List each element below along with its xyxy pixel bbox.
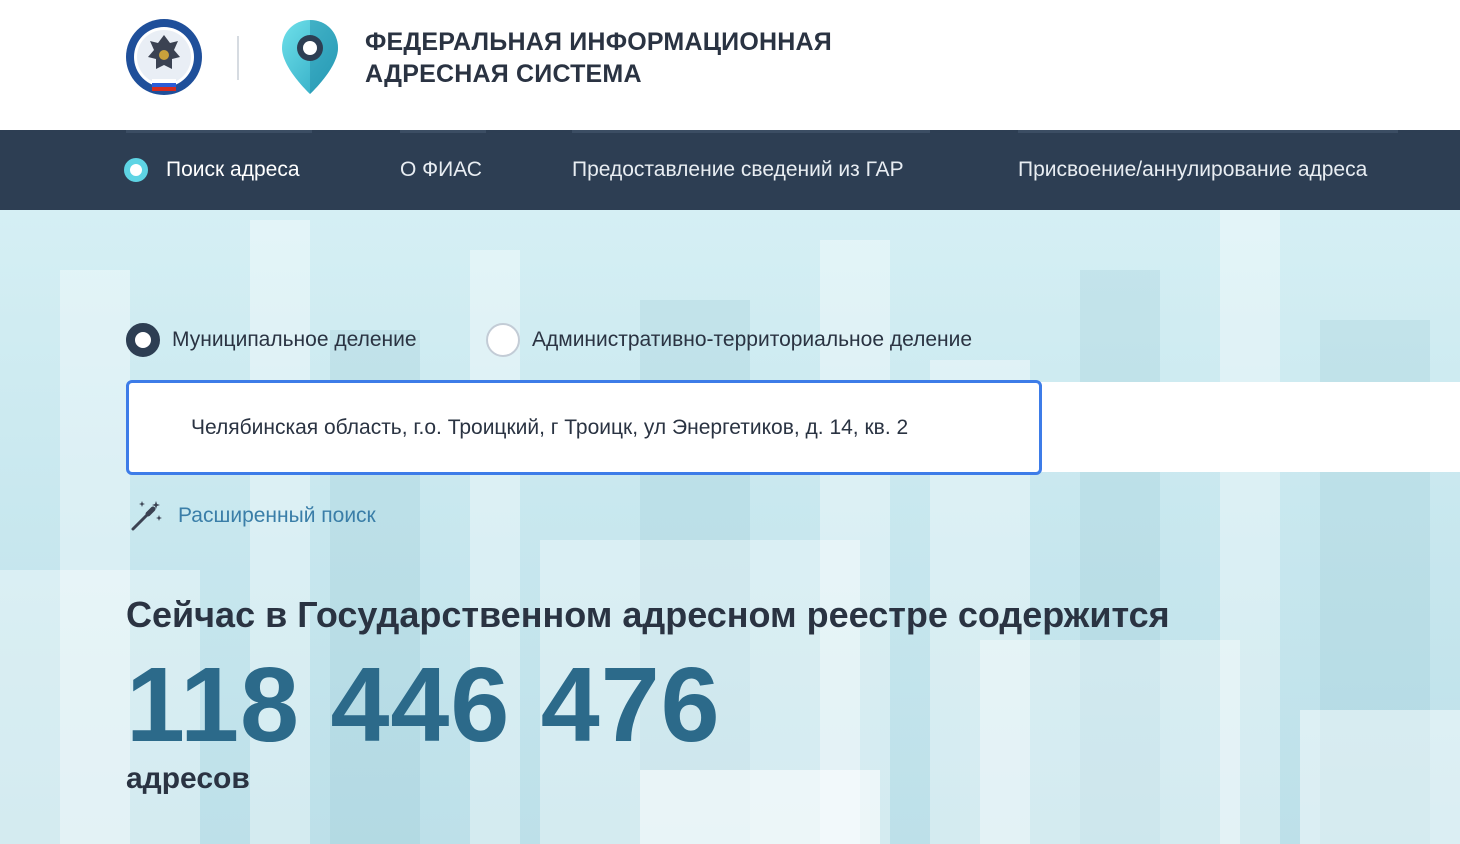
- skyline-decoration: [1300, 710, 1460, 844]
- registry-address-count: 118 446 476: [126, 646, 721, 764]
- address-search-box[interactable]: [126, 380, 1042, 475]
- radio-municipal[interactable]: [126, 323, 160, 357]
- main-nav: Поиск адреса О ФИАС Предоставление сведе…: [0, 130, 1460, 210]
- advanced-search-label: Расширенный поиск: [178, 504, 376, 527]
- active-nav-indicator-icon: [124, 158, 148, 182]
- nav-item-gar-info[interactable]: Предоставление сведений из ГАР: [572, 130, 904, 210]
- radio-administrative-label: Административно-территориальное деление: [532, 328, 973, 351]
- nav-item-about-fias[interactable]: О ФИАС: [400, 130, 482, 210]
- magic-wand-icon: [131, 501, 162, 531]
- radio-municipal-label: Муниципальное деление: [172, 328, 417, 351]
- fns-emblem-icon[interactable]: [124, 17, 204, 97]
- header-divider: [237, 36, 239, 80]
- site-title-line1: ФЕДЕРАЛЬНАЯ ИНФОРМАЦИОННАЯ: [365, 28, 832, 56]
- radio-administrative[interactable]: [486, 323, 520, 357]
- search-mode-municipal[interactable]: Муниципальное деление: [126, 322, 417, 358]
- advanced-search-link[interactable]: Расширенный поиск: [128, 496, 376, 536]
- skyline-decoration: [980, 640, 1240, 844]
- site-title-line2: АДРЕСНАЯ СИСТЕМА: [365, 60, 642, 88]
- skyline-decoration: [640, 770, 880, 844]
- address-search-input[interactable]: [191, 383, 1011, 472]
- search-strip: [1040, 382, 1460, 472]
- search-mode-administrative[interactable]: Административно-территориальное деление: [486, 322, 972, 358]
- site-header: ФЕДЕРАЛЬНАЯ ИНФОРМАЦИОННАЯ АДРЕСНАЯ СИСТ…: [0, 0, 1460, 130]
- map-pin-logo-icon[interactable]: [278, 18, 342, 96]
- nav-item-address-assignment[interactable]: Присвоение/аннулирование адреса: [1018, 130, 1367, 210]
- registry-count-unit: адресов: [126, 762, 250, 795]
- registry-stat-title: Сейчас в Государственном адресном реестр…: [126, 594, 1170, 635]
- nav-item-address-search[interactable]: Поиск адреса: [166, 130, 300, 210]
- hero-section: Муниципальное деление Административно-те…: [0, 210, 1460, 844]
- site-title[interactable]: ФЕДЕРАЛЬНАЯ ИНФОРМАЦИОННАЯ АДРЕСНАЯ СИСТ…: [365, 26, 832, 90]
